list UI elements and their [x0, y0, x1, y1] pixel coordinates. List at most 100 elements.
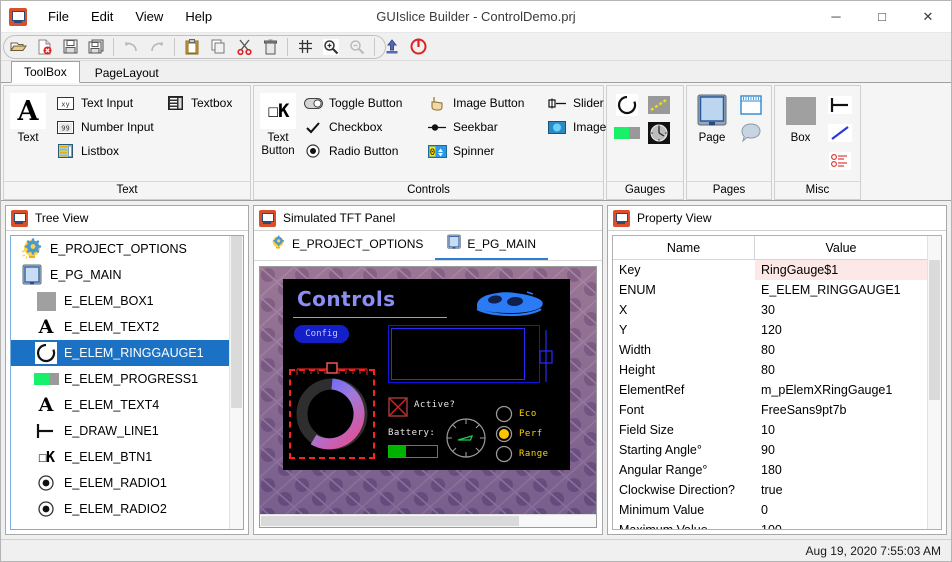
- tree-item-pg-main[interactable]: E_PG_MAIN: [11, 262, 229, 288]
- menu-item-help[interactable]: Help: [174, 1, 223, 32]
- textbox-inner-frame[interactable]: [391, 328, 525, 380]
- radio-perf[interactable]: Perf: [495, 424, 549, 444]
- table-row[interactable]: Angular Range° 180: [613, 460, 927, 480]
- property-value[interactable]: FreeSans9pt7b: [755, 400, 927, 420]
- minimize-button[interactable]: ─: [813, 1, 859, 32]
- tool-toggle-button[interactable]: Toggle Button: [300, 91, 424, 115]
- tree-item-ringgauge1[interactable]: E_ELEM_RINGGAUGE1: [11, 340, 229, 366]
- property-value[interactable]: E_ELEM_RINGGAUGE1: [755, 280, 927, 300]
- active-checkbox[interactable]: [388, 397, 408, 417]
- radio-eco[interactable]: Eco: [495, 404, 549, 424]
- tree-item-text2[interactable]: A E_ELEM_TEXT2: [11, 314, 229, 340]
- property-value[interactable]: 90: [755, 440, 927, 460]
- property-value[interactable]: 30: [755, 300, 927, 320]
- base-page-icon[interactable]: [736, 120, 766, 146]
- tft-horizontal-scrollbar-thumb[interactable]: [261, 516, 519, 526]
- menu-item-view[interactable]: View: [124, 1, 174, 32]
- tree-item-radio1[interactable]: E_ELEM_RADIO1: [11, 470, 229, 496]
- tree-item-radio2[interactable]: E_ELEM_RADIO2: [11, 496, 229, 522]
- property-value[interactable]: 10: [755, 420, 927, 440]
- tree-item-box1[interactable]: E_ELEM_BOX1: [11, 288, 229, 314]
- table-row[interactable]: Width 80: [613, 340, 927, 360]
- property-view-scrollbar-thumb[interactable]: [929, 260, 940, 400]
- property-value[interactable]: 80: [755, 360, 927, 380]
- tool-number-input[interactable]: 99 Number Input: [52, 115, 162, 139]
- exit-icon[interactable]: [406, 36, 430, 58]
- property-value[interactable]: 80: [755, 340, 927, 360]
- text-button-tool[interactable]: ☐K TextButton: [260, 91, 296, 158]
- tree-view-scrollbar-thumb[interactable]: [231, 236, 242, 408]
- tab-toolbox[interactable]: ToolBox: [11, 61, 80, 83]
- tree-item-btn1[interactable]: ☐K E_ELEM_BTN1: [11, 444, 229, 470]
- battery-progressbar[interactable]: [388, 445, 438, 458]
- property-value[interactable]: 120: [755, 320, 927, 340]
- tft-tab-pg-main[interactable]: E_PG_MAIN: [435, 230, 548, 260]
- radio-range[interactable]: Range: [495, 444, 549, 464]
- radial-gauge-element[interactable]: [445, 417, 487, 459]
- graph-icon[interactable]: [825, 148, 855, 174]
- table-row[interactable]: Field Size 10: [613, 420, 927, 440]
- ramp-gauge-icon[interactable]: [644, 92, 674, 118]
- draw-line-icon[interactable]: [825, 120, 855, 146]
- export-icon[interactable]: [380, 36, 404, 58]
- table-row[interactable]: Height 80: [613, 360, 927, 380]
- page-tool-button[interactable]: Page: [691, 91, 733, 145]
- progressbar-icon[interactable]: [612, 120, 642, 146]
- column-header-name[interactable]: Name: [613, 236, 755, 259]
- box-tool-button[interactable]: Box: [779, 91, 822, 145]
- line-icon[interactable]: [825, 92, 855, 118]
- paste-icon[interactable]: [180, 36, 204, 58]
- save-as-icon[interactable]: [84, 36, 108, 58]
- ring-gauge-element[interactable]: [293, 375, 371, 453]
- menu-item-edit[interactable]: Edit: [80, 1, 124, 32]
- close-project-icon[interactable]: [32, 36, 56, 58]
- property-value[interactable]: 100: [755, 520, 927, 529]
- tool-image-button[interactable]: Image Button: [424, 91, 544, 115]
- tree-item-text4[interactable]: A E_ELEM_TEXT4: [11, 392, 229, 418]
- popup-page-icon[interactable]: [736, 92, 766, 118]
- cut-icon[interactable]: [232, 36, 256, 58]
- table-row[interactable]: X 30: [613, 300, 927, 320]
- tool-radio-button[interactable]: Radio Button: [300, 139, 424, 163]
- tree-item-draw-line1[interactable]: E_DRAW_LINE1: [11, 418, 229, 444]
- text-tool-button[interactable]: A Text: [10, 91, 46, 145]
- maximize-button[interactable]: □: [859, 1, 905, 32]
- property-value[interactable]: true: [755, 480, 927, 500]
- table-row[interactable]: Maximum Value 100: [613, 520, 927, 529]
- property-value[interactable]: RingGauge$1: [755, 260, 927, 280]
- tool-spinner[interactable]: 0 Spinner: [424, 139, 544, 163]
- tft-horizontal-scrollbar[interactable]: [260, 514, 596, 527]
- table-row[interactable]: Font FreeSans9pt7b: [613, 400, 927, 420]
- tree-view-scrollbar[interactable]: [229, 236, 243, 529]
- table-row[interactable]: Clockwise Direction? true: [613, 480, 927, 500]
- slider-element[interactable]: [296, 362, 368, 376]
- tab-pagelayout[interactable]: PageLayout: [82, 62, 172, 83]
- table-row[interactable]: Key RingGauge$1: [613, 260, 927, 280]
- radial-gauge-icon[interactable]: [644, 120, 674, 146]
- grid-icon[interactable]: [293, 36, 317, 58]
- table-row[interactable]: ENUM E_ELEM_RINGGAUGE1: [613, 280, 927, 300]
- tool-checkbox[interactable]: Checkbox: [300, 115, 424, 139]
- copy-icon[interactable]: [206, 36, 230, 58]
- property-view-scrollbar[interactable]: [927, 236, 941, 529]
- config-button[interactable]: Config: [294, 325, 349, 343]
- property-value[interactable]: 0: [755, 500, 927, 520]
- seekbar-element[interactable]: [536, 330, 556, 382]
- property-value[interactable]: 180: [755, 460, 927, 480]
- table-row[interactable]: Minimum Value 0: [613, 500, 927, 520]
- open-icon[interactable]: [6, 36, 30, 58]
- tree-item-progress1[interactable]: E_ELEM_PROGRESS1: [11, 366, 229, 392]
- property-value[interactable]: m_pElemXRingGauge1: [755, 380, 927, 400]
- table-row[interactable]: Starting Angle° 90: [613, 440, 927, 460]
- menu-item-file[interactable]: File: [37, 1, 80, 32]
- close-button[interactable]: ✕: [905, 1, 951, 32]
- tree-item-project-options[interactable]: E_PROJECT_OPTIONS: [11, 236, 229, 262]
- ringgauge-icon[interactable]: [612, 92, 642, 118]
- zoom-in-icon[interactable]: [319, 36, 343, 58]
- tool-text-input[interactable]: xy Text Input: [52, 91, 162, 115]
- tft-tab-project-options[interactable]: E_PROJECT_OPTIONS: [258, 231, 435, 260]
- redo-icon[interactable]: [145, 36, 169, 58]
- zoom-out-icon[interactable]: [345, 36, 369, 58]
- column-header-value[interactable]: Value: [755, 236, 927, 259]
- save-icon[interactable]: [58, 36, 82, 58]
